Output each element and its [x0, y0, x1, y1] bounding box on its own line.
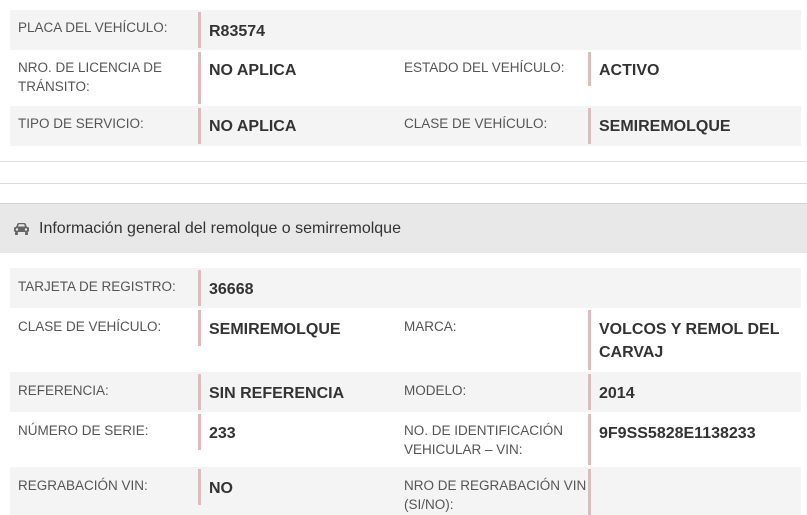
divider [0, 183, 807, 184]
field-label: REFERENCIA: [18, 383, 109, 398]
table-row: TARJETA DE REGISTRO: 36668 [10, 268, 801, 308]
field-value: ACTIVO [588, 52, 801, 86]
field-value: SIN REFERENCIA [198, 374, 396, 410]
field-label: NRO DE REGRABACIÓN VIN (SI/NO): [404, 478, 587, 512]
section-title: Información general del remolque o semir… [39, 219, 401, 237]
field-value: VOLCOS Y REMOL DEL CARVAJ [588, 310, 801, 370]
table-row: REGRABACIÓN VIN: NO NRO DE REGRABACIÓN V… [10, 467, 801, 515]
field-label: TARJETA DE REGISTRO: [18, 279, 176, 294]
field-value: NO [198, 469, 396, 505]
field-label: MARCA: [404, 319, 457, 334]
section-header: Información general del remolque o semir… [0, 203, 807, 253]
field-value: SEMIREMOLQUE [588, 108, 801, 144]
field-label: PLACA DEL VEHÍCULO: [18, 20, 168, 35]
field-label: REGRABACIÓN VIN: [18, 478, 148, 493]
field-label: NÚMERO DE SERIE: [18, 423, 149, 438]
field-label: TIPO DE SERVICIO: [18, 116, 144, 131]
field-value: 36668 [198, 270, 801, 306]
field-value: 233 [198, 414, 396, 450]
field-value: 9F9SS5828E1138233 [588, 414, 801, 465]
car-icon [14, 222, 29, 235]
table-row: REFERENCIA: SIN REFERENCIA MODELO: 2014 [10, 372, 801, 412]
table-row: TIPO DE SERVICIO: NO APLICA CLASE DE VEH… [10, 106, 801, 146]
table-row: PLACA DEL VEHÍCULO: R83574 [10, 10, 801, 50]
table-row: NRO. DE LICENCIA DE TRÁNSITO: NO APLICA … [10, 50, 801, 106]
field-value: SEMIREMOLQUE [198, 310, 396, 346]
field-label: NRO. DE LICENCIA DE TRÁNSITO: [18, 60, 163, 94]
vehicle-summary-table: PLACA DEL VEHÍCULO: R83574 NRO. DE LICEN… [10, 10, 801, 146]
field-value: 2014 [588, 374, 801, 410]
divider [0, 161, 807, 162]
field-label: CLASE DE VEHÍCULO: [404, 116, 548, 131]
field-label: CLASE DE VEHÍCULO: [18, 319, 162, 334]
table-row: NÚMERO DE SERIE: 233 NO. DE IDENTIFICACI… [10, 412, 801, 467]
field-label: ESTADO DEL VEHÍCULO: [404, 60, 565, 75]
field-label: MODELO: [404, 383, 467, 398]
field-value [588, 469, 801, 515]
field-label: NO. DE IDENTIFICACIÓN VEHICULAR – VIN: [404, 423, 564, 457]
field-value: NO APLICA [198, 108, 396, 144]
table-row: CLASE DE VEHÍCULO: SEMIREMOLQUE MARCA: V… [10, 308, 801, 372]
trailer-info-table: TARJETA DE REGISTRO: 36668 CLASE DE VEHÍ… [10, 268, 801, 515]
field-value: NO APLICA [198, 52, 396, 104]
field-value: R83574 [198, 12, 801, 48]
